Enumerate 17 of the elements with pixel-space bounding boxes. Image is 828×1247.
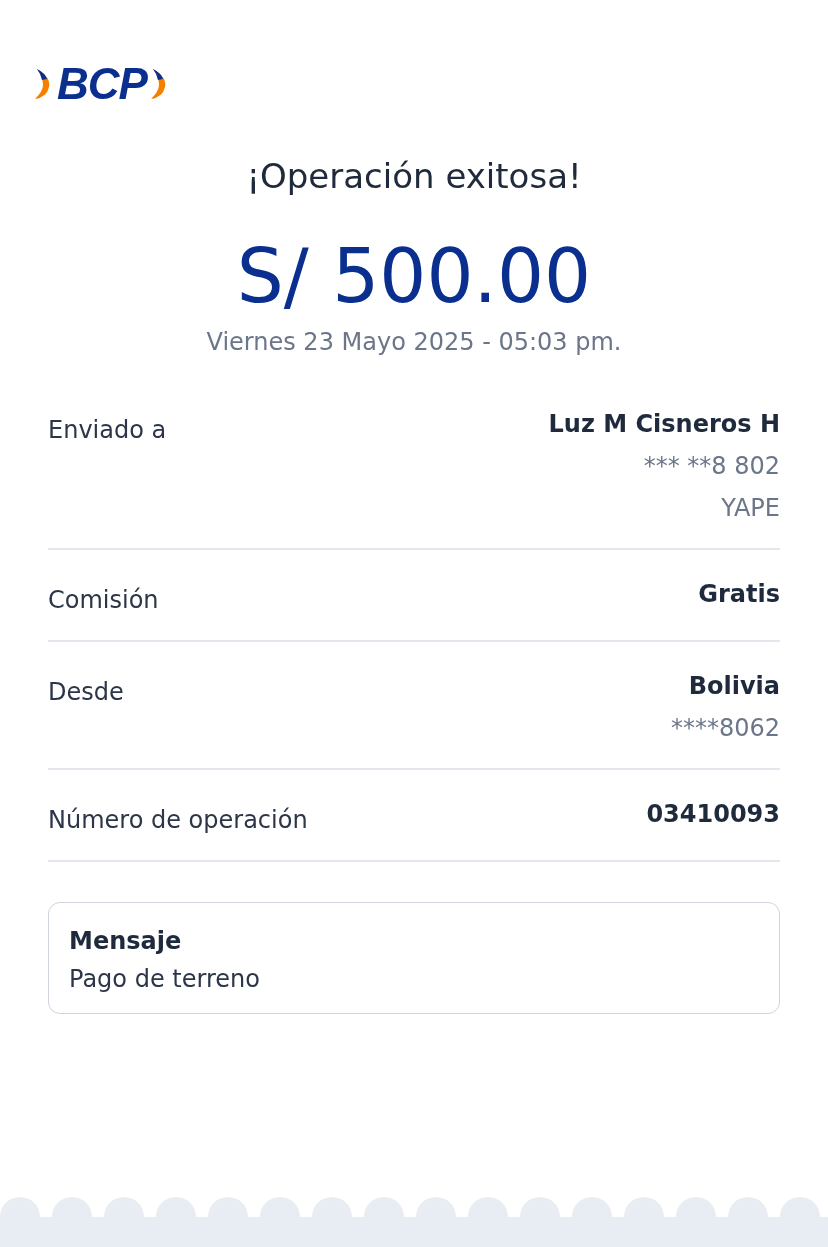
detail-value: YAPE xyxy=(721,494,780,522)
date-time: Viernes 23 Mayo 2025 - 05:03 pm. xyxy=(205,328,623,356)
message-text: Pago de terreno xyxy=(69,965,261,993)
detail-label: Número de operación xyxy=(48,805,308,834)
detail-value: 03410093 xyxy=(646,800,780,828)
message-title: Mensaje xyxy=(69,927,183,955)
detail-value: ****8062 xyxy=(670,714,780,742)
detail-label: Enviado a xyxy=(48,415,167,446)
detail-value: Gratis xyxy=(698,580,780,608)
logo: BCP xyxy=(33,62,171,106)
success-title: ¡Operación exitosa! xyxy=(245,156,583,196)
detail-value: *** **8 802 xyxy=(643,452,780,480)
amount: S/ 500.00 xyxy=(235,236,593,316)
detail-value: Bolivia xyxy=(688,672,780,700)
detail-label: Desde xyxy=(48,677,124,708)
detail-label: Comisión xyxy=(48,585,159,614)
detail-value: Luz M Cisneros H xyxy=(548,410,780,438)
